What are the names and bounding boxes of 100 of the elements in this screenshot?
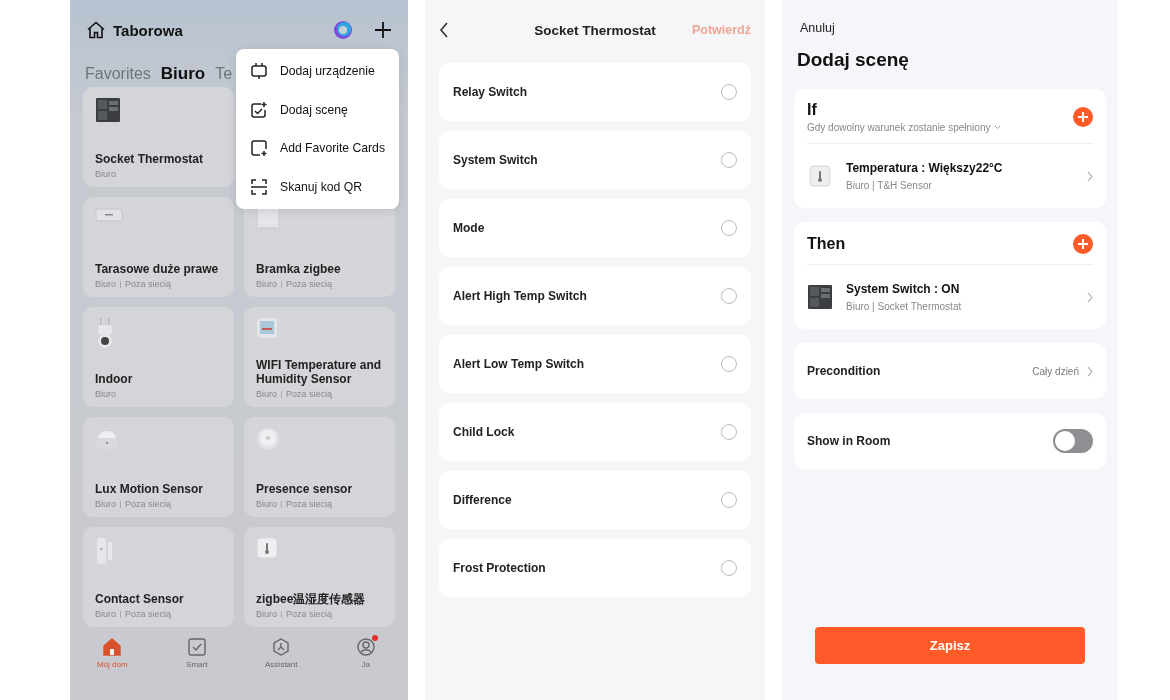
rule-title: Temperatura : Większy22°C <box>846 161 1004 175</box>
thermometer-sensor-icon <box>256 537 278 559</box>
option-label: Mode <box>453 221 485 235</box>
menu-item[interactable]: Dodaj urządzenie <box>236 52 399 91</box>
device-status: Poza siecią <box>286 609 333 619</box>
home-icon <box>103 638 122 656</box>
device-card[interactable]: Indoor Biuro <box>83 307 234 407</box>
device-room: Biuro <box>95 279 116 289</box>
profile-icon <box>356 638 375 656</box>
hub-device-icon <box>256 207 280 231</box>
device-card[interactable]: Tarasowe duże prawe Biuro Poza siecią <box>83 197 234 297</box>
match-mode-dropdown[interactable]: Gdy dowolny warunek zostanie spełniony <box>807 122 1002 133</box>
rule-row[interactable]: Temperatura : Większy22°C Biuro | T&H Sensor <box>807 144 1093 208</box>
screen-title: Socket Thermostat <box>534 22 656 38</box>
device-status: Poza siecią <box>125 609 172 619</box>
device-status: Poza siecią <box>286 499 333 509</box>
device-status: Poza siecią <box>286 389 333 399</box>
option-row[interactable]: Alert High Temp Switch <box>439 267 751 325</box>
option-label: Difference <box>453 493 512 507</box>
option-row[interactable]: Child Lock <box>439 403 751 461</box>
option-label: Relay Switch <box>453 85 528 99</box>
device-card[interactable]: zigbee温湿度传感器 Biuro Poza siecią <box>244 527 395 627</box>
chevron-right-icon <box>1087 365 1093 377</box>
device-name: Contact Sensor <box>95 592 185 606</box>
device-name: zigbee温湿度传感器 <box>256 592 367 606</box>
device-status: Poza siecią <box>125 499 172 509</box>
contact-sensor-icon <box>95 537 113 565</box>
device-status: Poza siecią <box>125 279 172 289</box>
device-name: Presence sensor <box>256 482 354 496</box>
row-value: Cały dzień <box>1032 365 1079 377</box>
nav-tab[interactable]: Assistant <box>239 638 324 700</box>
hexagon-icon <box>272 638 291 656</box>
socket-device-icon <box>807 284 833 310</box>
device-status: Poza siecią <box>286 279 333 289</box>
rule-row[interactable]: System Switch : ON Biuro | Socket Thermostat <box>807 265 1093 329</box>
option-row[interactable]: Frost Protection <box>439 539 751 597</box>
option-row[interactable]: Mode <box>439 199 751 257</box>
toggle-switch[interactable] <box>1053 429 1093 453</box>
device-name: Bramka zigbee <box>256 262 342 276</box>
option-label: Alert High Temp Switch <box>453 289 587 303</box>
option-row[interactable]: System Switch <box>439 131 751 189</box>
panel-device-icon <box>95 207 123 223</box>
thermometer-sensor-icon <box>809 165 831 187</box>
device-name: Tarasowe duże prawe <box>95 262 220 276</box>
option-label: Frost Protection <box>453 561 546 575</box>
device-room: Biuro <box>256 279 277 289</box>
row-label: Show in Room <box>807 434 892 448</box>
room-tab[interactable]: Biuro <box>160 64 206 84</box>
menu-item[interactable]: Dodaj scenę <box>236 90 399 129</box>
nav-tab[interactable]: Smart <box>154 638 239 700</box>
scene-add-icon <box>250 100 268 119</box>
chevron-right-icon <box>1087 291 1093 303</box>
device-card[interactable]: WIFI Temperature and Humidity Sensor Biuro Poza siecią <box>244 307 395 407</box>
precondition-row[interactable]: Precondition Cały dzień <box>794 343 1106 399</box>
checkbox-square-icon <box>187 638 206 656</box>
rule-title: System Switch : ON <box>846 282 961 296</box>
sensor-display-icon <box>256 317 278 339</box>
device-room: Biuro <box>95 499 116 509</box>
nav-tab[interactable]: Ja <box>323 638 408 700</box>
caret-icon <box>994 125 1002 130</box>
rule-subtitle: Biuro | T&H Sensor <box>846 180 933 191</box>
device-room: Biuro <box>256 389 277 399</box>
back-icon[interactable] <box>439 22 449 38</box>
device-card[interactable]: Lux Motion Sensor Biuro Poza siecią <box>83 417 234 517</box>
socket-device-icon <box>95 97 121 123</box>
home-title[interactable]: Taborowa <box>113 21 183 39</box>
option-row[interactable]: Relay Switch <box>439 63 751 121</box>
add-icon[interactable] <box>375 22 391 38</box>
device-name: WIFI Temperature and Humidity Sensor <box>256 358 383 386</box>
option-row[interactable]: Difference <box>439 471 751 529</box>
device-add-icon <box>250 62 268 81</box>
assistant-orb-icon[interactable] <box>333 20 353 40</box>
device-room: Biuro <box>95 169 116 179</box>
menu-item[interactable]: Add Favorite Cards <box>236 129 399 168</box>
option-row[interactable]: Alert Low Temp Switch <box>439 335 751 393</box>
option-label: Alert Low Temp Switch <box>453 357 585 371</box>
device-card[interactable]: Presence sensor Biuro Poza siecią <box>244 417 395 517</box>
section-heading: If <box>807 101 818 119</box>
presence-sensor-icon <box>256 427 280 451</box>
section-heading: Then <box>807 235 846 253</box>
device-room: Biuro <box>95 389 116 399</box>
card-add-icon <box>250 139 268 158</box>
option-label: System Switch <box>453 153 538 167</box>
cancel-button[interactable]: Anuluj <box>800 21 835 35</box>
chevron-right-icon <box>1087 170 1093 182</box>
rule-subtitle: Biuro | Socket Thermostat <box>846 301 963 312</box>
device-room: Biuro <box>256 609 277 619</box>
scan-icon <box>250 177 268 196</box>
row-label: Precondition <box>807 364 882 378</box>
device-name: Indoor <box>95 372 134 386</box>
screen-title: Dodaj scenę <box>797 49 910 71</box>
house-icon <box>87 21 105 39</box>
device-name: Lux Motion Sensor <box>95 482 204 496</box>
option-label: Child Lock <box>453 425 515 439</box>
device-card[interactable]: Socket Thermostat Biuro <box>83 87 234 187</box>
device-room: Biuro <box>95 609 116 619</box>
camera-device-icon <box>95 317 115 349</box>
device-room: Biuro <box>256 499 277 509</box>
device-name: Socket Thermostat <box>95 152 205 166</box>
device-card[interactable]: Contact Sensor Biuro Poza siecią <box>83 527 234 627</box>
